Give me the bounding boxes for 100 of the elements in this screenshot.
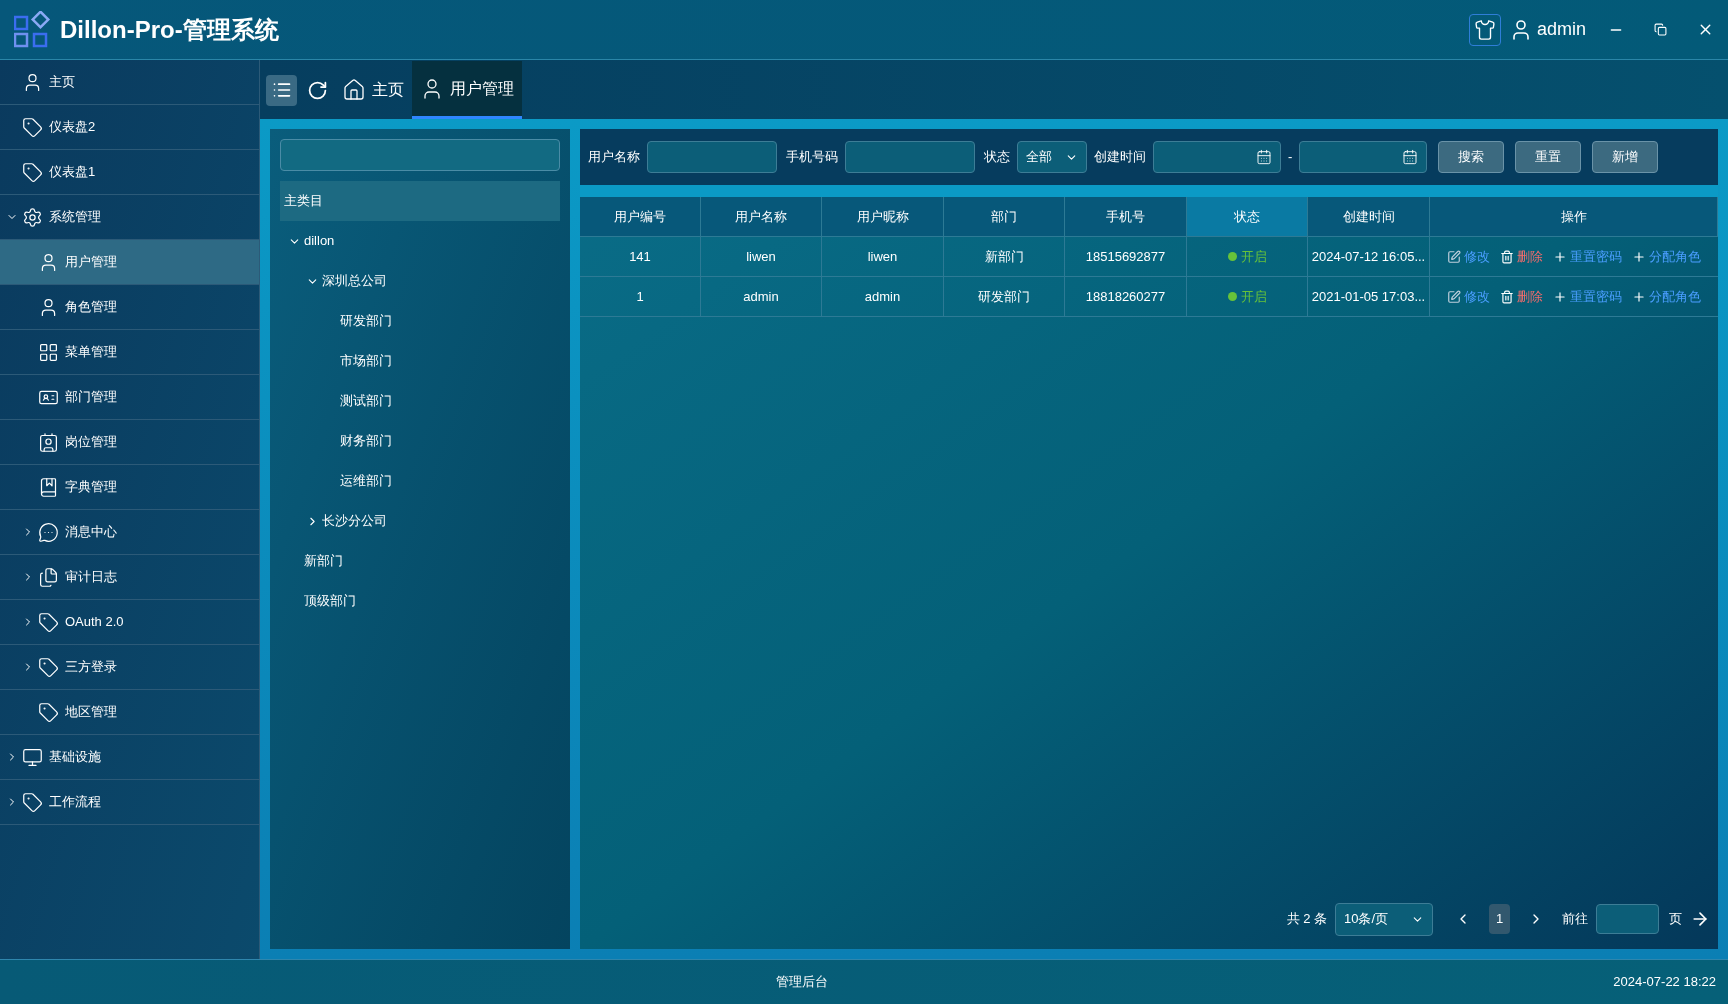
menu-icon <box>271 80 292 100</box>
field-label: 手机号码 <box>786 148 838 167</box>
tree-search-field[interactable] <box>280 139 560 171</box>
tree-node[interactable]: 新部门 <box>280 541 560 581</box>
goto-label: 前往 <box>1562 910 1588 929</box>
calendar-icon <box>1402 149 1419 165</box>
footer-text: 管理后台 <box>776 973 828 992</box>
house-icon <box>342 78 366 102</box>
sidebar-item[interactable]: 消息中心 <box>0 510 259 555</box>
sidebar-item[interactable]: 工作流程 <box>0 780 259 825</box>
column-header: 创建时间 <box>1308 197 1430 237</box>
tree-node[interactable]: 运维部门 <box>280 461 560 501</box>
table-cell: 18818260277 <box>1065 277 1187 317</box>
column-header: 状态 <box>1187 197 1308 237</box>
field-label: 用户名称 <box>588 148 640 167</box>
tree-node[interactable]: 测试部门 <box>280 381 560 421</box>
sidebar-item[interactable]: 三方登录 <box>0 645 259 690</box>
monitor-icon <box>22 746 43 768</box>
table-cell: 1 <box>580 277 701 317</box>
action-button[interactable]: 新增 <box>1592 141 1659 173</box>
column-header: 操作 <box>1430 197 1718 237</box>
tab[interactable]: 用户管理 <box>412 61 522 119</box>
sidebar-item[interactable]: 主页 <box>0 60 259 105</box>
tag-icon <box>22 161 43 183</box>
column-header: 用户编号 <box>580 197 701 237</box>
table-cell: 141 <box>580 237 701 277</box>
tree-node[interactable]: 市场部门 <box>280 341 560 381</box>
footer-datetime: 2024-07-22 18:22 <box>1613 973 1716 992</box>
page-number[interactable]: 1 <box>1489 904 1510 934</box>
tree-node[interactable]: 研发部门 <box>280 301 560 341</box>
tree-node[interactable]: 深圳总公司 <box>280 261 560 301</box>
trash-icon <box>1500 249 1514 264</box>
tag-icon <box>22 791 43 813</box>
tree-node[interactable]: 顶级部门 <box>280 581 560 621</box>
table-cell: liwen <box>822 237 944 277</box>
sidebar-item[interactable]: 地区管理 <box>0 690 259 735</box>
sidebar-item[interactable]: OAuth 2.0 <box>0 600 259 645</box>
calendar-icon <box>1256 149 1272 165</box>
chat-bubble-icon <box>38 521 59 543</box>
table-cell: 18515692877 <box>1065 237 1187 277</box>
column-header: 用户昵称 <box>822 197 944 237</box>
table-cell: 研发部门 <box>944 277 1065 317</box>
column-header: 用户名称 <box>701 197 822 237</box>
contact-book-icon <box>38 431 59 453</box>
app-title: Dillon-Pro-管理系统 <box>60 14 279 45</box>
username-field[interactable] <box>647 141 777 173</box>
plus-icon <box>1553 289 1567 304</box>
tree-node[interactable]: 主类目 <box>280 181 560 221</box>
sidebar-item[interactable]: 审计日志 <box>0 555 259 600</box>
sidebar-item[interactable]: 部门管理 <box>0 375 259 420</box>
pencil-icon <box>1447 249 1461 264</box>
start-date-field[interactable] <box>1153 141 1281 173</box>
tag-icon <box>38 611 59 633</box>
phone-field[interactable] <box>845 141 975 173</box>
menu-button[interactable] <box>266 74 297 106</box>
table-cell: admin <box>701 277 822 317</box>
sidebar-item[interactable]: 字典管理 <box>0 465 259 510</box>
tree-node[interactable]: 长沙分公司 <box>280 501 560 541</box>
table-cell: 新部门 <box>944 237 1065 277</box>
tag-icon <box>38 656 59 678</box>
sidebar-item[interactable]: 角色管理 <box>0 285 259 330</box>
sidebar-item[interactable]: 岗位管理 <box>0 420 259 465</box>
table-cell: liwen <box>701 237 822 277</box>
page-size-select[interactable]: 10条/页 <box>1335 902 1433 936</box>
column-header: 部门 <box>944 197 1065 237</box>
sidebar-item[interactable]: 仪表盘1 <box>0 150 259 195</box>
status-select[interactable]: 全部 <box>1017 141 1087 173</box>
plus-icon <box>1553 249 1567 264</box>
theme-button[interactable] <box>1468 13 1501 46</box>
book-icon <box>38 476 59 498</box>
sidebar-item[interactable]: 仪表盘2 <box>0 105 259 150</box>
tree-node[interactable]: 财务部门 <box>280 421 560 461</box>
page-unit-label: 页 <box>1669 910 1682 929</box>
end-date-field[interactable] <box>1299 141 1428 173</box>
restore-icon[interactable] <box>1654 23 1667 36</box>
status-text: 开启 <box>1240 287 1267 306</box>
page-jump-field[interactable] <box>1596 904 1659 934</box>
sidebar-item[interactable]: 用户管理 <box>0 240 259 285</box>
action-button[interactable]: 搜索 <box>1438 141 1505 173</box>
status-text: 开启 <box>1240 247 1267 266</box>
table-cell: admin <box>822 277 944 317</box>
tab[interactable]: 主页 <box>334 61 412 119</box>
user-name[interactable]: admin <box>1536 16 1586 43</box>
range-separator: - <box>1288 148 1293 167</box>
table-cell: 2021-01-05 17:03... <box>1308 277 1430 317</box>
table-cell: 2024-07-12 16:05... <box>1308 237 1430 277</box>
settings-icon <box>22 206 43 228</box>
action-button[interactable]: 重置 <box>1515 141 1582 173</box>
field-label: 状态 <box>984 148 1010 167</box>
total-count: 共 2 条 <box>1286 910 1327 929</box>
tag-icon <box>22 116 43 138</box>
field-label: 创建时间 <box>1094 148 1146 167</box>
trash-icon <box>1500 289 1514 304</box>
logo-icon <box>14 10 52 49</box>
pencil-icon <box>1447 289 1461 304</box>
sidebar-item[interactable]: 基础设施 <box>0 735 259 780</box>
refresh-icon[interactable] <box>307 79 328 101</box>
sidebar-item[interactable]: 菜单管理 <box>0 330 259 375</box>
plus-icon <box>1632 289 1646 304</box>
tree-node[interactable]: dillon <box>280 221 560 261</box>
